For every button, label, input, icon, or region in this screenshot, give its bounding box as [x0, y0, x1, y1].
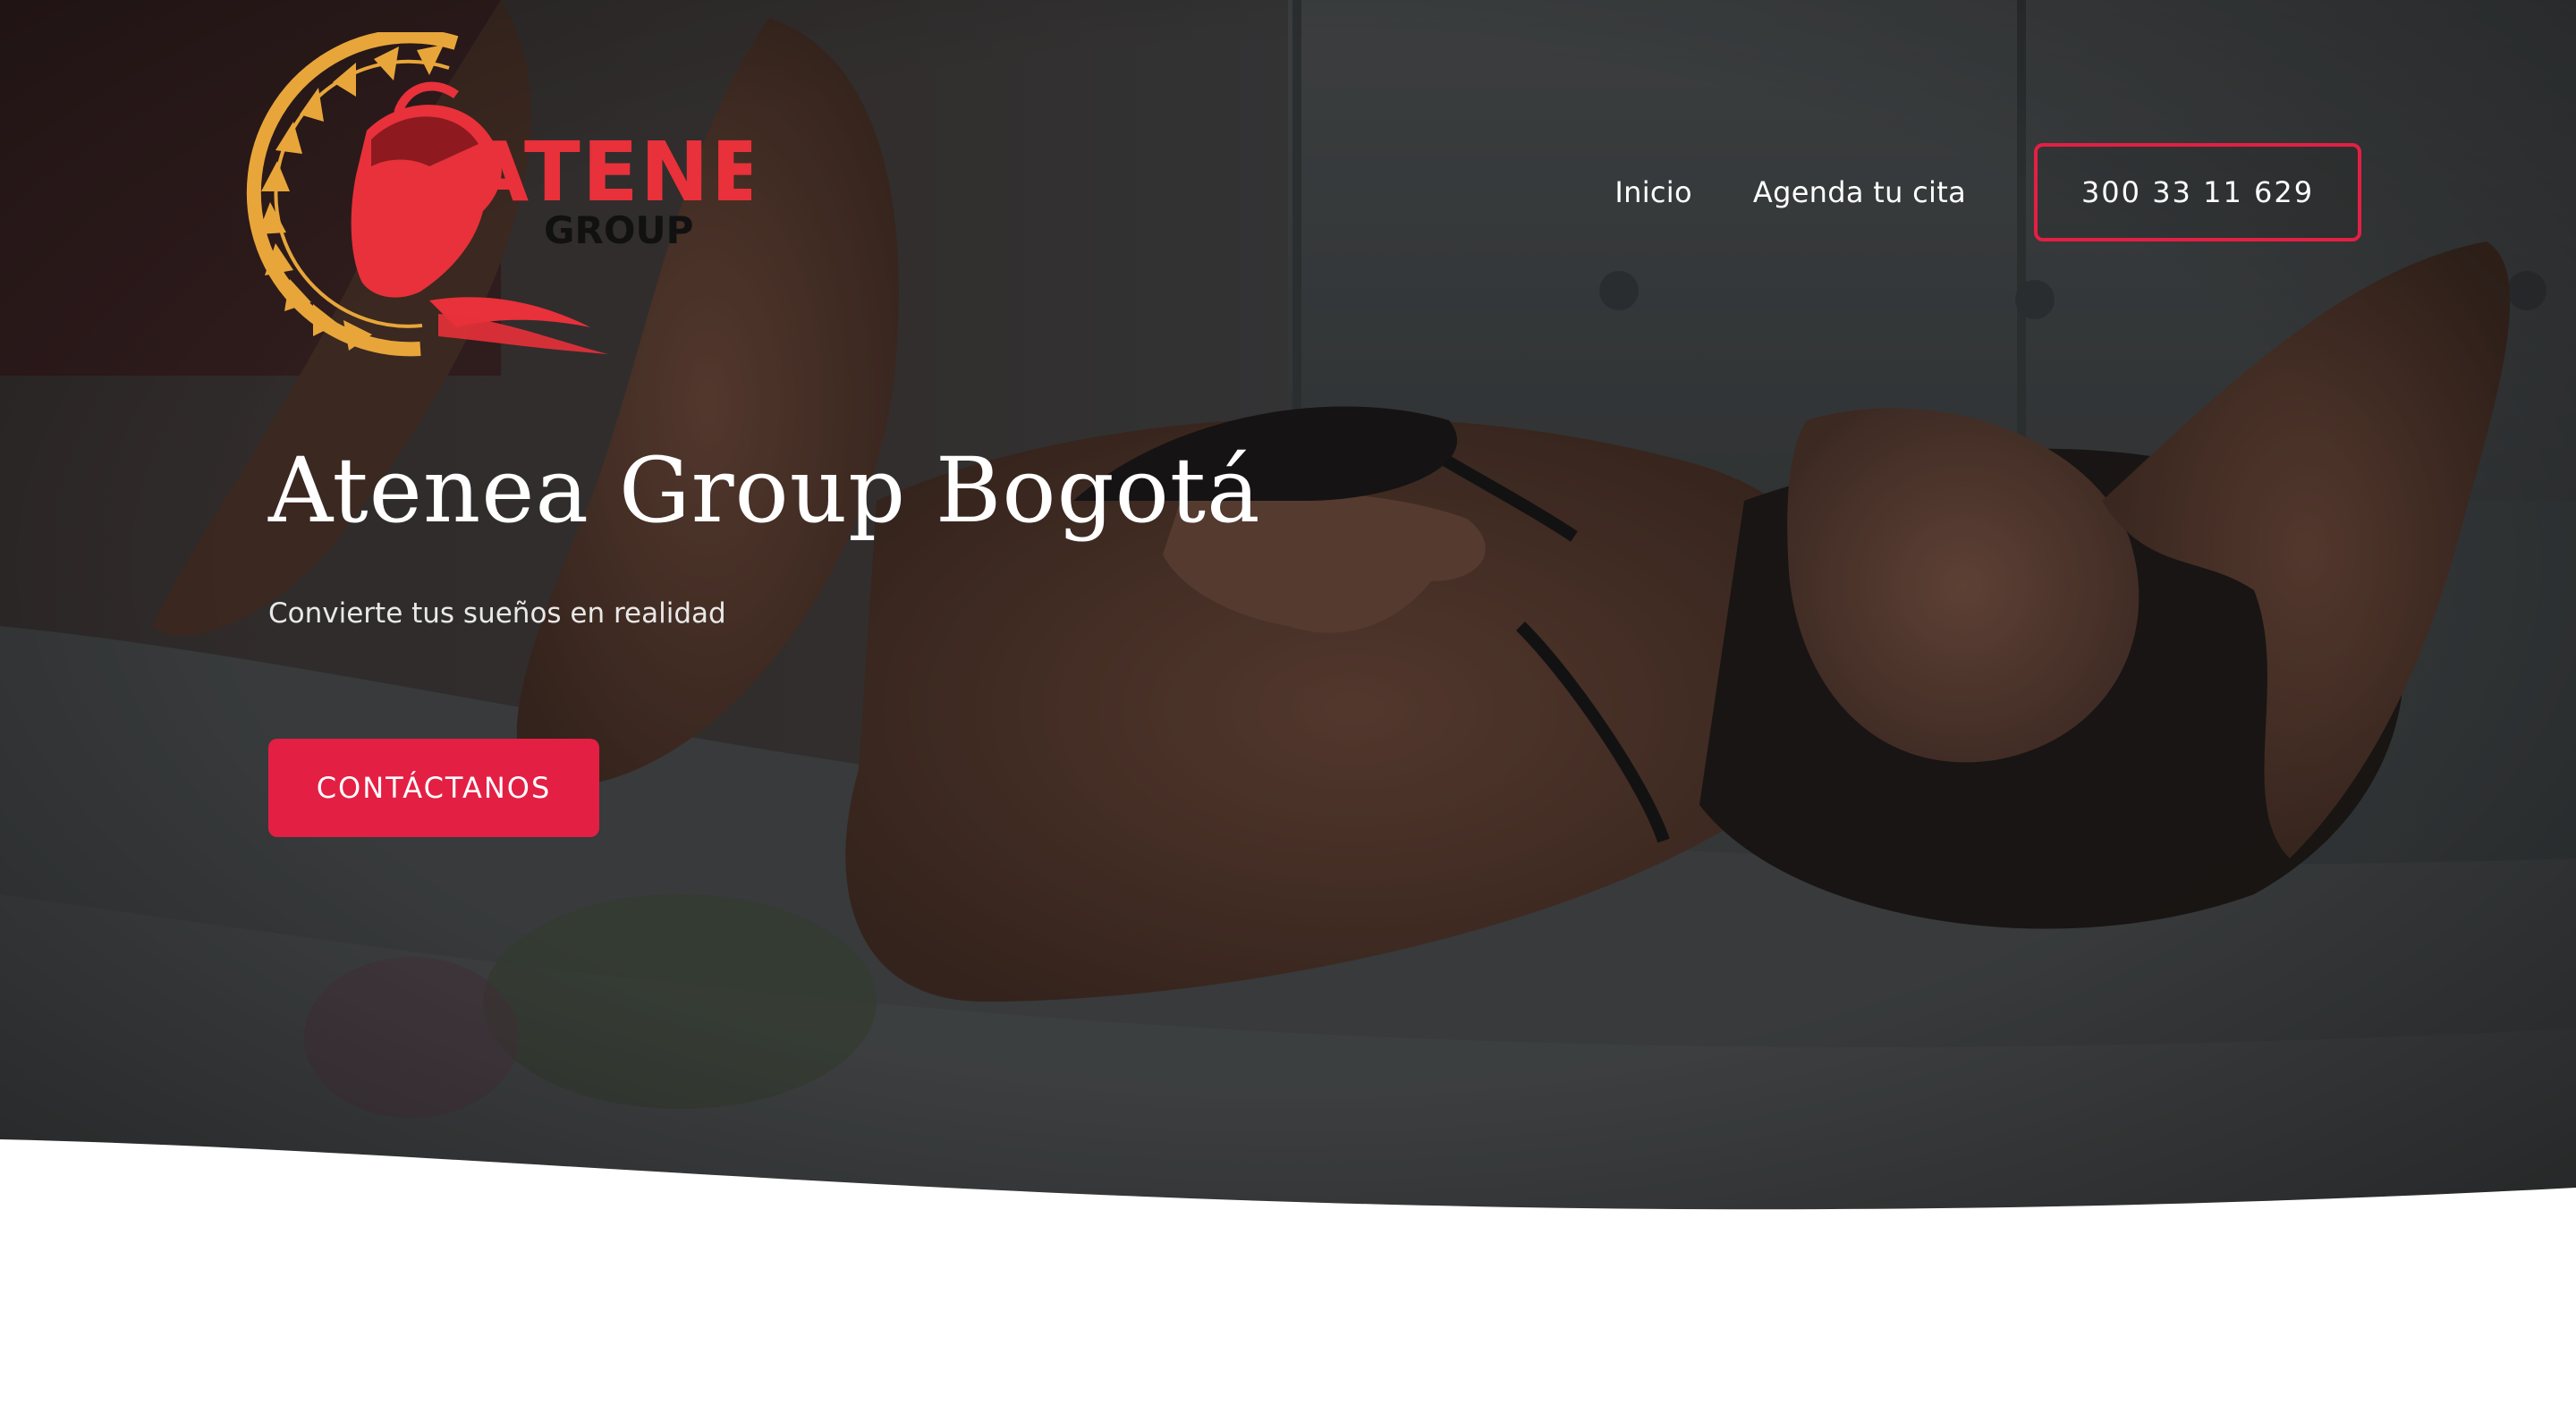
nav-link-inicio[interactable]: Inicio: [1614, 175, 1691, 209]
brand-tagline: GROUP: [544, 208, 693, 252]
main-nav: Inicio Agenda tu cita 300 33 11 629: [1614, 143, 2361, 241]
hero-section: ATENEA GROUP Inicio Agenda tu cita 300 3…: [0, 0, 2576, 1252]
hero-title: Atenea Group Bogotá: [268, 438, 1261, 543]
wave-divider: [0, 1139, 2576, 1288]
brand-name: ATENEA: [465, 124, 751, 220]
nav-link-agenda-tu-cita[interactable]: Agenda tu cita: [1753, 175, 1966, 209]
page: ATENEA GROUP Inicio Agenda tu cita 300 3…: [0, 0, 2576, 1413]
contact-button[interactable]: CONTÁCTANOS: [268, 739, 599, 837]
brand-logo[interactable]: ATENEA GROUP: [215, 32, 751, 363]
hero-subtitle: Convierte tus sueños en realidad: [268, 597, 726, 630]
phone-button[interactable]: 300 33 11 629: [2034, 143, 2361, 241]
